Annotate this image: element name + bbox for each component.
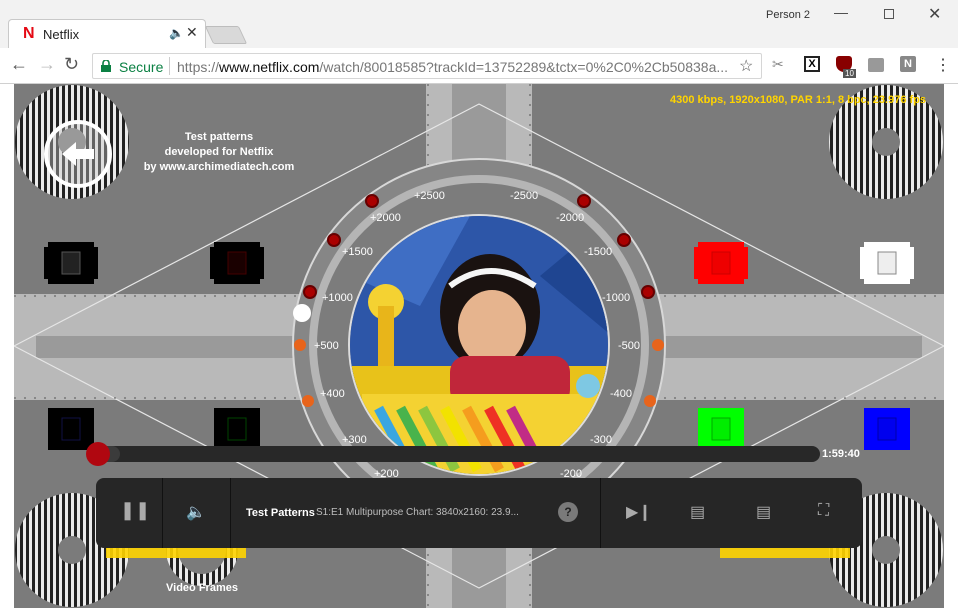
time-remaining: 1:59:40 xyxy=(822,448,860,460)
video-player[interactable]: +2500 -2500 +2000 -2000 +1500 -1500 +100… xyxy=(0,84,958,608)
progress-bar[interactable] xyxy=(98,446,820,462)
back-arrow-icon xyxy=(62,142,94,166)
control-divider xyxy=(600,478,601,548)
episode-description: S1:E1 Multipurpose Chart: 3840x2160: 23.… xyxy=(316,507,519,518)
child-playing-image xyxy=(350,216,608,474)
url-text[interactable]: https://www.netflix.com/watch/80018585?t… xyxy=(177,59,727,75)
scrub-handle[interactable] xyxy=(86,442,110,466)
dial-label-p500: +500 xyxy=(314,340,339,352)
star-icon[interactable]: ☆ xyxy=(739,56,753,76)
url-path: /watch/80018585?trackId=13752289&tctx=0%… xyxy=(319,59,727,75)
video-frames-label: Video Frames xyxy=(166,582,238,594)
title-bar: N Netflix 🔈 ✕ Person 2 — ✕ xyxy=(0,0,958,48)
minimize-icon[interactable]: — xyxy=(834,4,848,20)
help-button[interactable]: ? xyxy=(558,502,578,522)
menu-icon[interactable]: ⋮ xyxy=(935,55,951,75)
subtitles-icon[interactable]: ▤ xyxy=(756,502,771,522)
reload-icon[interactable]: ↻ xyxy=(64,54,79,75)
dial-label-m2000: -2000 xyxy=(556,212,585,224)
lock-icon xyxy=(101,60,111,72)
window-close-icon[interactable]: ✕ xyxy=(928,4,941,24)
credit-line-3: by www.archimediatech.com xyxy=(143,161,295,173)
player-controls: ❚❚ 🔈 Test Patterns S1:E1 Multipurpose Ch… xyxy=(96,478,862,548)
back-button[interactable] xyxy=(44,120,112,188)
dial-label-p400: +400 xyxy=(320,388,345,400)
dial-label-m1500: -1500 xyxy=(584,246,613,258)
tab-netflix[interactable]: N Netflix 🔈 ✕ xyxy=(8,19,206,48)
video-frame: +2500 -2500 +2000 -2000 +1500 -1500 +100… xyxy=(14,84,944,608)
pause-icon[interactable]: ❚❚ xyxy=(120,500,150,521)
episode-title: Test Patterns xyxy=(246,507,315,519)
netflix-logo-icon: N xyxy=(23,25,35,42)
fullscreen-icon[interactable]: ⛶ xyxy=(818,502,829,520)
center-photo xyxy=(348,214,610,476)
dial-label-p2500: +2500 xyxy=(414,190,445,202)
n-extension-icon[interactable]: N xyxy=(900,56,916,72)
control-divider xyxy=(230,478,231,548)
new-tab-button[interactable] xyxy=(204,26,248,44)
back-arrow-icon[interactable]: ← xyxy=(10,54,28,75)
x-extension-icon[interactable]: X xyxy=(804,56,820,72)
dial-label-p1000: +1000 xyxy=(322,292,353,304)
tab-title: Netflix xyxy=(43,27,80,42)
url-separator xyxy=(169,57,170,75)
dial-label-m400: -400 xyxy=(610,388,633,400)
ublock-badge: 10 xyxy=(843,69,856,78)
volume-icon[interactable]: 🔈 xyxy=(186,502,206,522)
maximize-icon[interactable] xyxy=(884,9,894,19)
episodes-icon[interactable]: ▤ xyxy=(690,502,705,522)
gray-extension-icon[interactable] xyxy=(868,58,884,72)
pattern-credit: Test patterns developed for Netflix by w… xyxy=(120,130,318,175)
browser-toolbar: ← → ↻ Secure https://www.netflix.com/wat… xyxy=(0,48,958,84)
close-tab-icon[interactable]: ✕ xyxy=(186,24,198,41)
speaker-icon[interactable]: 🔈 xyxy=(169,26,184,40)
dial-label-p1500: +1500 xyxy=(342,246,373,258)
next-episode-icon[interactable]: ▶❙ xyxy=(626,502,652,522)
stream-info: 4300 kbps, 1920x1080, PAR 1:1, 8 bpc, 23… xyxy=(669,94,926,106)
profile-name[interactable]: Person 2 xyxy=(766,9,810,21)
credit-line-1: Test patterns xyxy=(184,131,254,143)
secure-label: Secure xyxy=(119,59,164,75)
dial-label-p300: +300 xyxy=(342,434,367,446)
dial-label-m1000: -1000 xyxy=(602,292,631,304)
dial-label-p2000: +2000 xyxy=(370,212,401,224)
url-host: www.netflix.com xyxy=(219,59,320,75)
dial-label-m2500: -2500 xyxy=(510,190,539,202)
forward-arrow-icon[interactable]: → xyxy=(38,54,56,75)
dial-label-m500: -500 xyxy=(618,340,641,352)
control-divider xyxy=(162,478,163,548)
address-bar[interactable]: Secure https://www.netflix.com/watch/800… xyxy=(92,53,762,79)
url-scheme: https:// xyxy=(177,59,220,75)
credit-line-2: developed for Netflix xyxy=(164,146,274,158)
dial-label-m300: -300 xyxy=(590,434,613,446)
scissors-extension-icon[interactable]: ✂ xyxy=(772,56,784,74)
